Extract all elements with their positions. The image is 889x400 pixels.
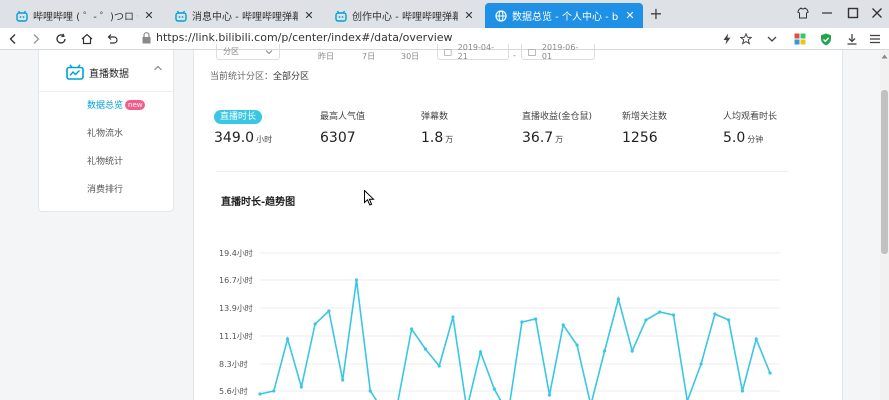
y-tick-label: 11.1小时: [219, 331, 253, 341]
star-icon[interactable]: [737, 30, 755, 48]
sidebar-section-live-data[interactable]: 直播数据: [39, 50, 175, 92]
close-icon[interactable]: ✕: [302, 9, 316, 22]
sidebar-item-label: 礼物流水: [87, 129, 124, 139]
sidebar-item-gift-flow[interactable]: 礼物流水: [87, 126, 123, 139]
data-point[interactable]: [768, 371, 772, 375]
bilibili-tv-icon: [335, 10, 347, 22]
new-tab-button[interactable]: +: [648, 5, 664, 23]
browser-tab-data-overview[interactable]: 数据总览 - 个人中心 - bilibili ✕: [485, 3, 643, 28]
minimize-icon[interactable]: [816, 4, 838, 22]
data-point[interactable]: [313, 322, 317, 326]
browser-tab-bilibili-home[interactable]: 哔哩哔哩 ( ゜- ゜)つロ 干杯~-bi ✕: [6, 3, 162, 28]
trend-line-chart: 5.6小时 8.3小时 11.1小时 13.9小时 16.7小时 19.4小时: [219, 248, 780, 400]
data-point[interactable]: [341, 378, 345, 382]
data-point[interactable]: [520, 320, 524, 324]
data-point[interactable]: [451, 315, 455, 319]
data-point[interactable]: [547, 393, 552, 397]
tab-label: 哔哩哔哩 ( ゜- ゜)つロ 干杯~-bi: [33, 12, 138, 23]
lightning-icon[interactable]: [718, 30, 736, 48]
data-point[interactable]: [492, 387, 496, 391]
data-point[interactable]: [699, 362, 703, 366]
sidebar-item-spending-rank[interactable]: 消费排行: [87, 182, 123, 195]
scroll-up-icon[interactable]: [881, 54, 888, 59]
scrollbar-thumb[interactable]: [881, 90, 888, 254]
data-point[interactable]: [575, 343, 579, 347]
data-point[interactable]: [299, 385, 303, 389]
menu-icon[interactable]: [866, 30, 884, 48]
data-point[interactable]: [368, 389, 372, 393]
tab-label: 数据总览 - 个人中心 - bilibili: [512, 12, 619, 23]
bilibili-tv-icon: [175, 10, 187, 22]
data-point[interactable]: [713, 312, 717, 316]
close-icon[interactable]: ✕: [623, 9, 637, 22]
data-point[interactable]: [410, 327, 414, 331]
data-point[interactable]: [423, 347, 428, 351]
chevron-down-icon[interactable]: [763, 30, 781, 48]
chevron-up-icon[interactable]: [153, 63, 163, 73]
data-point[interactable]: [437, 364, 441, 368]
home-icon[interactable]: [78, 30, 96, 48]
page-scrollbar[interactable]: [880, 50, 889, 400]
data-point[interactable]: [272, 389, 276, 393]
y-tick-label: 5.6小时: [219, 386, 248, 396]
data-point[interactable]: [327, 309, 331, 313]
close-icon[interactable]: ✕: [462, 9, 476, 22]
shield-icon[interactable]: [817, 30, 835, 48]
tab-label: 创作中心 - 哔哩哔哩弹幕视频网: [352, 12, 458, 23]
main-content: 分区 昨日 7日 30日 2019-04-21 - 2019-06-01 当前统…: [193, 43, 843, 400]
data-point[interactable]: [258, 392, 262, 396]
live-tv-icon: [66, 64, 84, 80]
data-point[interactable]: [671, 313, 676, 317]
sidebar-item-label: 数据总览: [87, 101, 124, 111]
browser-tab-creator[interactable]: 创作中心 - 哔哩哔哩弹幕视频网 ✕: [325, 3, 482, 28]
data-point[interactable]: [727, 318, 731, 322]
sidebar-section-title: 直播数据: [89, 69, 129, 80]
window-close-icon[interactable]: [866, 4, 888, 22]
data-point[interactable]: [630, 349, 634, 353]
address-url[interactable]: https://link.bilibili.com/p/center/index…: [156, 31, 453, 44]
lock-icon: [142, 32, 151, 44]
undo-icon[interactable]: [103, 30, 121, 48]
y-tick-label: 13.9小时: [219, 303, 253, 313]
data-point[interactable]: [478, 350, 483, 354]
maximize-icon[interactable]: [842, 4, 864, 22]
back-icon[interactable]: [4, 30, 22, 48]
data-point[interactable]: [754, 337, 758, 341]
data-point[interactable]: [616, 297, 620, 301]
sidebar-item-label: 礼物统计: [87, 157, 124, 167]
sidebar: 直播数据 数据总览 new 礼物流水 礼物统计 消费排行: [38, 50, 175, 212]
apps-grid-icon[interactable]: [791, 30, 809, 48]
data-point[interactable]: [644, 318, 648, 322]
sidebar-item-label: 消费排行: [87, 185, 124, 195]
data-point[interactable]: [561, 323, 565, 327]
y-tick-label: 19.4小时: [219, 248, 253, 258]
sidebar-item-data-overview[interactable]: 数据总览 new: [87, 98, 146, 111]
y-tick-label: 8.3小时: [219, 359, 248, 369]
close-icon[interactable]: ✕: [142, 9, 156, 22]
browser-tab-strip: 哔哩哔哩 ( ゜- ゜)つロ 干杯~-bi ✕ 消息中心 - 哔哩哔哩弹幕视频网…: [0, 0, 889, 28]
data-point[interactable]: [740, 389, 745, 393]
globe-icon: [495, 9, 507, 22]
forward-icon[interactable]: [27, 30, 45, 48]
mouse-cursor-icon: [364, 190, 375, 206]
data-point[interactable]: [285, 337, 290, 341]
data-point[interactable]: [602, 349, 607, 353]
refresh-icon[interactable]: [52, 30, 70, 48]
browser-tab-messages[interactable]: 消息中心 - 哔哩哔哩弹幕视频网 ✕: [165, 3, 322, 28]
shirt-skin-icon[interactable]: [792, 4, 814, 22]
data-point[interactable]: [534, 317, 538, 321]
data-point[interactable]: [658, 310, 662, 314]
data-point[interactable]: [354, 278, 359, 282]
tab-label: 消息中心 - 哔哩哔哩弹幕视频网: [192, 12, 298, 23]
sidebar-item-gift-stats[interactable]: 礼物统计: [87, 154, 123, 167]
download-icon[interactable]: [843, 30, 861, 48]
y-tick-label: 16.7小时: [219, 275, 253, 285]
new-badge: new: [125, 99, 146, 110]
bilibili-tv-icon: [16, 10, 28, 22]
series-line: [259, 279, 771, 400]
